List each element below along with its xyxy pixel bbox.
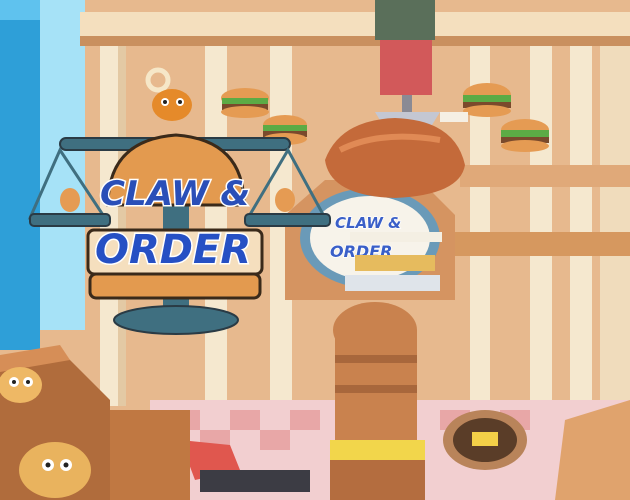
lower-shelf: [430, 232, 630, 256]
burger-icon: [463, 83, 511, 117]
window-light: [40, 0, 85, 330]
logo-line1: CLAW &: [100, 174, 250, 214]
claw-head-icon: [152, 89, 192, 121]
burger-icon: [221, 88, 269, 118]
game-scene: CLAW & ORDER CLAW & ORDER: [0, 0, 630, 500]
upper-shelf: [80, 12, 630, 40]
background-sign-line1: CLAW &: [335, 214, 401, 232]
logo-line2: ORDER: [95, 227, 251, 273]
upper-shelf-edge: [80, 36, 630, 46]
burger-icon: [501, 119, 549, 152]
middle-shelf: [460, 165, 630, 187]
window-frame: [0, 20, 40, 350]
coin-icon: [443, 410, 527, 470]
